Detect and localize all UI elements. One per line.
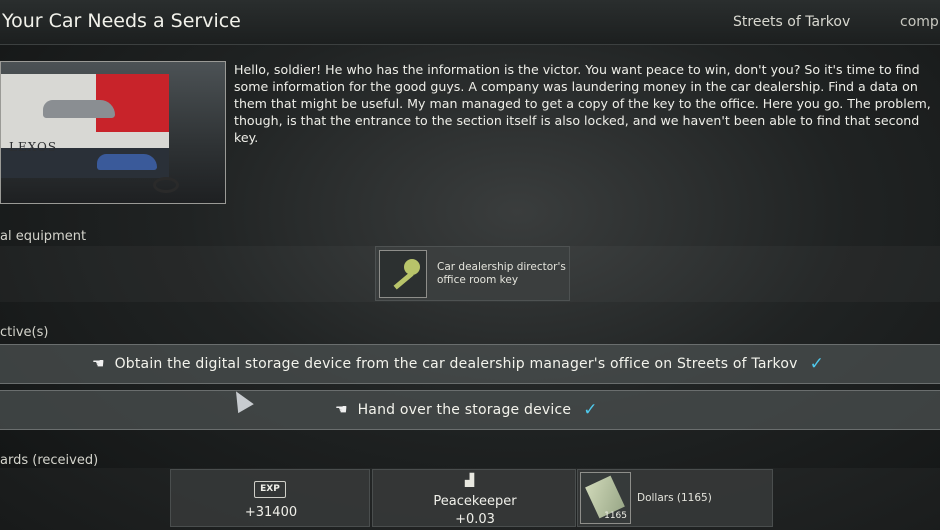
exp-icon: EXP <box>254 481 286 498</box>
dollars-icon: 1165 <box>580 472 631 524</box>
key-icon <box>379 250 427 298</box>
exp-reward[interactable]: EXP +31400 <box>170 469 370 527</box>
quest-description-text: Hello, soldier! He who has the informati… <box>234 62 931 145</box>
objective-text: Obtain the digital storage device from t… <box>114 356 798 372</box>
billboard-brand: LEXOS <box>9 140 58 154</box>
quest-status: comp <box>900 14 939 30</box>
rewards-section-label: ards (received) <box>0 453 98 468</box>
quest-location: Streets of Tarkov <box>733 14 851 30</box>
exp-value: +31400 <box>244 505 298 520</box>
quest-image: LEXOS <box>0 61 226 204</box>
reputation-trader: Peacekeeper <box>433 494 517 509</box>
equipment-section-label: al equipment <box>0 229 87 244</box>
dealership-billboard: LEXOS <box>1 74 169 178</box>
checkmark-icon: ✓ <box>583 400 598 420</box>
item-reward[interactable]: 1165 Dollars (1165) <box>577 469 773 527</box>
reputation-value: +0.03 <box>455 512 495 527</box>
hand-pointer-icon: ☚ <box>92 356 105 372</box>
equipment-item[interactable]: Car dealership director's office room ke… <box>375 246 570 301</box>
objective-text: Hand over the storage device <box>357 402 572 418</box>
equipment-item-name: Car dealership director's office room ke… <box>437 261 566 286</box>
tire-illustration <box>153 177 179 193</box>
reputation-reward[interactable]: ▟ Peacekeeper +0.03 <box>372 469 576 527</box>
hand-pointer-icon: ☚ <box>335 402 348 418</box>
objectives-section-label: ctive(s) <box>0 325 49 340</box>
item-name: Dollars (1165) <box>637 492 712 504</box>
objective-row[interactable]: ☚ Hand over the storage device ✓ <box>0 390 940 430</box>
reputation-icon: ▟ <box>465 473 475 487</box>
rewards-status: (received) <box>32 453 99 468</box>
checkmark-icon: ✓ <box>809 354 824 374</box>
quest-header: Your Car Needs a Service Streets of Tark… <box>0 0 940 45</box>
item-count: 1165 <box>604 511 627 521</box>
rewards-label: ards <box>0 453 29 468</box>
objective-row[interactable]: ☚ Obtain the digital storage device from… <box>0 344 940 384</box>
quest-title: Your Car Needs a Service <box>2 10 241 32</box>
car-illustration <box>43 100 115 118</box>
quest-description: Hello, soldier! He who has the informati… <box>234 61 938 145</box>
